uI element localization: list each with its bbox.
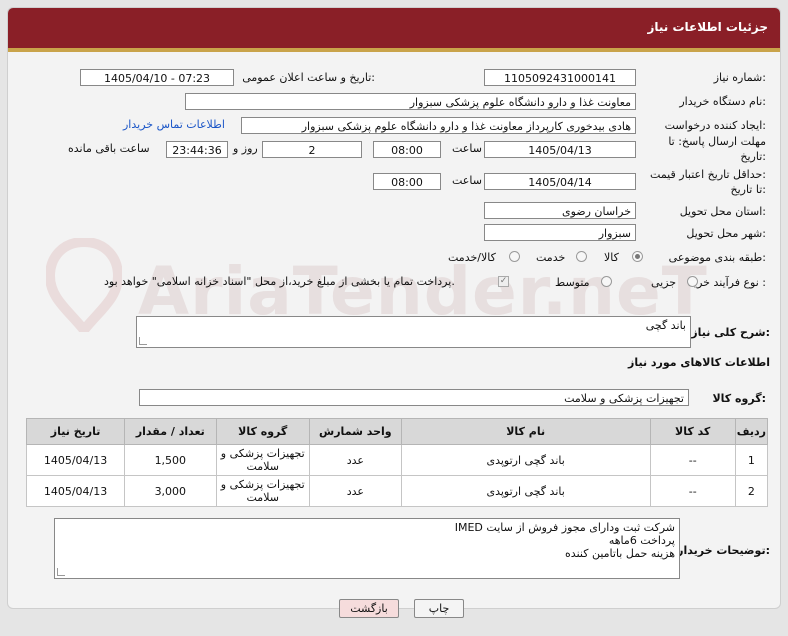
description-textarea[interactable]: باند گچی <box>136 316 691 348</box>
cell-code: -- <box>649 475 736 507</box>
price-time-label: ساعت <box>452 174 482 187</box>
buyer-org-field: معاونت غذا و دارو دانشگاه علوم پزشکی سبز… <box>185 93 636 110</box>
cell-date: 1405/04/13 <box>25 475 126 507</box>
purchase-radio-minor[interactable] <box>687 276 698 287</box>
city-label: شهر محل تحویل: <box>686 227 766 240</box>
reply-time-field: 08:00 <box>373 141 441 158</box>
creator-field: هادی بیدخوری کارپرداز معاونت غذا و دارو … <box>241 117 636 134</box>
table-row: 1 -- باند گچی ارتوپدی عدد تجهیزات پزشکی … <box>25 444 769 476</box>
buyer-contact-link[interactable]: اطلاعات تماس خریدار <box>123 118 225 131</box>
col-row-header: ردیف <box>734 418 769 445</box>
buyer-notes-label: توضیحات خریدار: <box>677 544 770 557</box>
buyer-note-line: شرکت ثبت ودارای مجوز فروش از سایت IMED <box>454 521 675 534</box>
reply-deadline-label: مهلت ارسال پاسخ: تا <box>668 135 766 148</box>
table-row: 2 -- باند گچی ارتوپدی عدد تجهیزات پزشکی … <box>25 475 769 507</box>
cell-row: 2 <box>734 475 769 507</box>
cell-code: -- <box>649 444 736 476</box>
cell-group: تجهیزات پزشکی و سلامت <box>215 444 310 476</box>
price-deadline-label-2: تا تاریخ: <box>730 183 766 196</box>
category-option-goods-service: کالا/خدمت <box>448 251 496 264</box>
cell-row: 1 <box>734 444 769 476</box>
category-label: طبقه بندی موضوعی: <box>668 251 766 264</box>
purchase-radio-medium[interactable] <box>601 276 612 287</box>
col-code-header: کد کالا <box>649 418 736 445</box>
col-group-header: گروه کالا <box>215 418 310 445</box>
category-option-goods: کالا <box>604 251 619 264</box>
announce-date-field: 1405/04/10 - 07:23 <box>80 69 234 86</box>
category-option-service: خدمت <box>536 251 566 264</box>
cell-group: تجهیزات پزشکی و سلامت <box>215 475 310 507</box>
days-field: 2 <box>262 141 362 158</box>
cell-qty: 3,000 <box>124 475 217 507</box>
buyer-notes-textarea[interactable]: شرکت ثبت ودارای مجوز فروش از سایت IMED پ… <box>54 518 680 579</box>
cell-date: 1405/04/13 <box>25 444 126 476</box>
province-field: خراسان رضوی <box>484 202 636 219</box>
resize-grip-icon[interactable] <box>139 337 147 345</box>
category-radio-goods-service[interactable] <box>509 251 520 262</box>
reply-time-label: ساعت <box>452 142 482 155</box>
purchase-type-label: نوع فرآیند خرید : <box>688 276 766 289</box>
reply-date-field: 1405/04/13 <box>484 141 636 158</box>
cell-qty: 1,500 <box>124 444 217 476</box>
price-date-field: 1405/04/14 <box>484 173 636 190</box>
treasury-checkbox[interactable]: ✓ <box>498 276 509 287</box>
description-text: باند گچی <box>645 319 686 332</box>
creator-label: ایجاد کننده درخواست: <box>664 119 766 132</box>
days-label: روز و <box>233 142 258 155</box>
goods-table: ردیف کد کالا نام کالا واحد شمارش گروه کا… <box>25 418 769 507</box>
description-label: شرح کلی نیاز: <box>691 326 770 339</box>
buyer-note-line: هزینه حمل باتامین کننده <box>565 547 675 560</box>
need-details-panel: جزئیات اطلاعات نیاز AriaTender.neT شماره… <box>7 7 781 609</box>
resize-grip-icon[interactable] <box>57 568 65 576</box>
purchase-option-medium: متوسط <box>555 276 590 289</box>
print-button[interactable]: چاپ <box>414 599 464 618</box>
buyer-org-label: نام دستگاه خریدار: <box>679 95 766 108</box>
panel-title: جزئیات اطلاعات نیاز <box>647 20 768 34</box>
table-header-row: ردیف کد کالا نام کالا واحد شمارش گروه کا… <box>25 418 769 445</box>
col-name-header: نام کالا <box>400 418 651 445</box>
col-date-header: تاریخ نیاز <box>25 418 126 445</box>
city-field: سبزوار <box>484 224 636 241</box>
purchase-option-minor: جزیی <box>651 276 677 289</box>
remaining-label: ساعت باقی مانده <box>68 142 150 155</box>
province-label: استان محل تحویل: <box>679 205 766 218</box>
goods-group-field: تجهیزات پزشکی و سلامت <box>139 389 689 406</box>
cell-unit: عدد <box>308 444 402 476</box>
col-unit-header: واحد شمارش <box>308 418 402 445</box>
cell-name: باند گچی ارتوپدی <box>400 444 651 476</box>
cell-unit: عدد <box>308 475 402 507</box>
price-deadline-label: حداقل تاریخ اعتبار قیمت: <box>650 168 766 181</box>
need-number-field: 1105092431000141 <box>484 69 636 86</box>
col-qty-header: تعداد / مقدار <box>124 418 217 445</box>
announce-date-label: تاریخ و ساعت اعلان عمومی: <box>242 71 375 84</box>
need-number-label: شماره نیاز: <box>713 71 766 84</box>
remaining-time-field: 23:44:36 <box>166 141 228 158</box>
category-radio-service[interactable] <box>576 251 587 262</box>
payment-note: پرداخت تمام یا بخشی از مبلغ خرید،از محل … <box>104 275 455 288</box>
price-time-field: 08:00 <box>373 173 441 190</box>
cell-name: باند گچی ارتوپدی <box>400 475 651 507</box>
goods-section-title: اطلاعات کالاهای مورد نیاز <box>628 356 770 369</box>
category-radio-goods[interactable] <box>632 251 643 262</box>
buyer-note-line: پرداخت 6ماهه <box>608 534 675 547</box>
back-button[interactable]: بازگشت <box>339 599 399 618</box>
goods-group-label: گروه کالا: <box>712 392 766 405</box>
panel-header: جزئیات اطلاعات نیاز <box>8 8 780 52</box>
reply-deadline-label-2: تاریخ: <box>740 150 766 163</box>
